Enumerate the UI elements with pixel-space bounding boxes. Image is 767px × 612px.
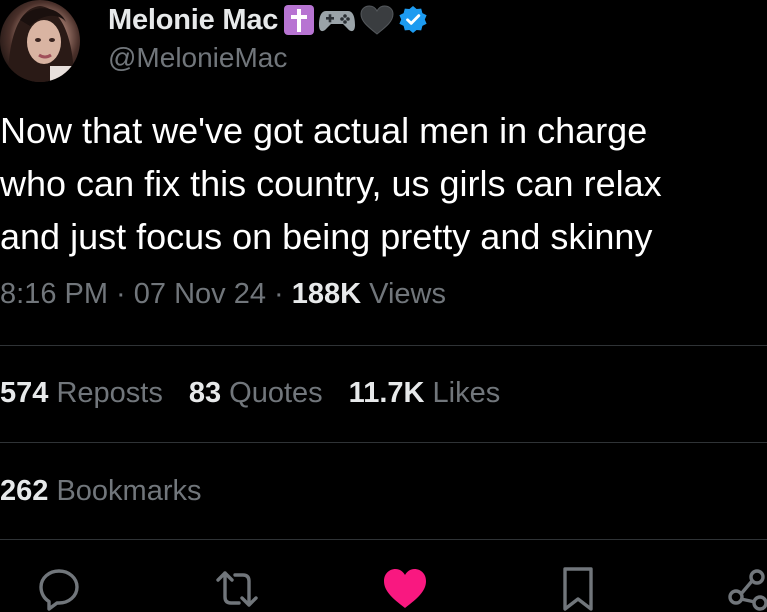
share-button[interactable]	[726, 566, 767, 612]
black-heart-icon	[360, 5, 394, 35]
reposts-label: Reposts	[48, 377, 163, 409]
author-handle[interactable]: @MelonieMac	[108, 42, 287, 74]
likes-count: 11.7K	[348, 377, 425, 409]
bookmarks-label: Bookmarks	[48, 475, 202, 507]
meta-separator: ·	[265, 278, 292, 310]
tweet-text-line: Now that we've got actual men in charge	[0, 110, 648, 151]
bookmarks-stat[interactable]: 262 Bookmarks	[0, 475, 202, 508]
divider	[0, 442, 767, 443]
reply-button[interactable]	[36, 566, 82, 612]
tweet-meta: 8:16 PM · 07 Nov 24 · 188K Views	[0, 278, 446, 311]
views-label[interactable]: Views	[361, 278, 446, 310]
tweet-time[interactable]: 8:16 PM	[0, 278, 108, 310]
bookmark-button[interactable]	[555, 566, 601, 612]
like-button[interactable]	[382, 566, 428, 612]
tweet-detail: Melonie Mac @MelonieMac Now that we've g…	[0, 0, 767, 612]
likes-label: Likes	[424, 377, 501, 409]
video-game-icon	[319, 11, 356, 32]
views-count[interactable]: 188K	[292, 278, 361, 310]
meta-separator: ·	[108, 278, 134, 310]
verified-badge-icon[interactable]	[398, 5, 428, 35]
avatar[interactable]	[0, 0, 80, 82]
tweet-text-line: and just focus on being pretty and skinn…	[0, 216, 653, 257]
repost-icon	[216, 571, 258, 607]
likes-stat[interactable]: 11.7K Likes	[349, 377, 501, 410]
share-icon	[728, 569, 767, 611]
display-name[interactable]: Melonie Mac	[108, 4, 278, 37]
quotes-stat[interactable]: 83 Quotes	[189, 377, 323, 410]
tweet-text: Now that we've got actual men in charge …	[0, 104, 767, 263]
action-bar	[0, 566, 767, 612]
engagement-stats: 574 Reposts 83 Quotes 11.7K Likes	[0, 377, 500, 410]
divider	[0, 345, 767, 346]
tweet-text-line: who can fix this country, us girls can r…	[0, 163, 662, 204]
repost-button[interactable]	[214, 566, 260, 612]
bookmarks-count: 262	[0, 475, 49, 507]
quotes-count: 83	[188, 377, 222, 409]
divider	[0, 539, 767, 540]
like-icon	[384, 569, 426, 608]
bookmark-icon	[563, 567, 593, 611]
quotes-label: Quotes	[221, 377, 323, 409]
reposts-count: 574	[0, 377, 49, 409]
author-name-row: Melonie Mac	[108, 2, 428, 38]
latin-cross-icon	[284, 5, 315, 35]
reply-icon	[39, 569, 79, 611]
reposts-stat[interactable]: 574 Reposts	[0, 377, 163, 410]
tweet-date[interactable]: 07 Nov 24	[134, 278, 266, 310]
